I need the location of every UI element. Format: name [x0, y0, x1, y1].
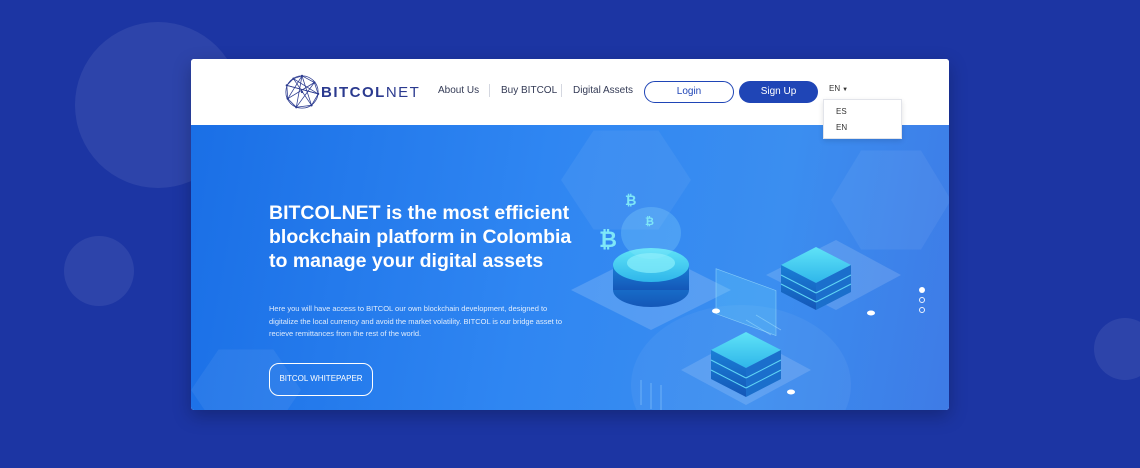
- hero-banner: BITCOLNET is the most efficient blockcha…: [191, 125, 949, 410]
- caret-down-icon: ▼: [842, 87, 849, 93]
- brand-name[interactable]: BITCOLNET: [321, 84, 420, 101]
- nav-divider: [489, 84, 490, 97]
- nav-link-buy-bitcol[interactable]: Buy BITCOL: [501, 85, 557, 96]
- hero-description: Here you will have access to BITCOL our …: [269, 304, 563, 338]
- language-current: EN: [829, 84, 841, 93]
- carousel-dot[interactable]: [919, 297, 925, 303]
- website-window: BITCOLNET About Us Buy BITCOL Digital As…: [191, 59, 949, 410]
- carousel-dot[interactable]: [919, 287, 925, 293]
- svg-text:₿: ₿: [625, 193, 636, 209]
- sign-up-button[interactable]: Sign Up: [739, 81, 818, 103]
- whitepaper-button[interactable]: BITCOL WHITEPAPER: [269, 363, 373, 396]
- language-dropdown: ES EN: [823, 99, 902, 139]
- background-circle: [64, 236, 134, 306]
- carousel-dot[interactable]: [919, 307, 925, 313]
- language-option-en[interactable]: EN: [836, 123, 847, 132]
- brand-name-prefix: BITCOL: [321, 84, 386, 101]
- nav-divider: [561, 84, 562, 97]
- blockchain-isometric-illustration: ₿ ₿ ₿: [571, 193, 901, 410]
- svg-text:₿: ₿: [599, 228, 617, 253]
- login-button[interactable]: Login: [644, 81, 734, 103]
- nav-link-about-us[interactable]: About Us: [438, 85, 479, 96]
- nav-link-digital-assets[interactable]: Digital Assets: [573, 85, 633, 96]
- background-circle: [1094, 318, 1140, 380]
- language-selector[interactable]: EN ▼: [829, 84, 848, 93]
- globe-network-logo-icon[interactable]: [283, 73, 321, 111]
- language-option-es[interactable]: ES: [836, 107, 847, 116]
- svg-text:₿: ₿: [645, 215, 654, 228]
- brand-name-suffix: NET: [385, 84, 421, 101]
